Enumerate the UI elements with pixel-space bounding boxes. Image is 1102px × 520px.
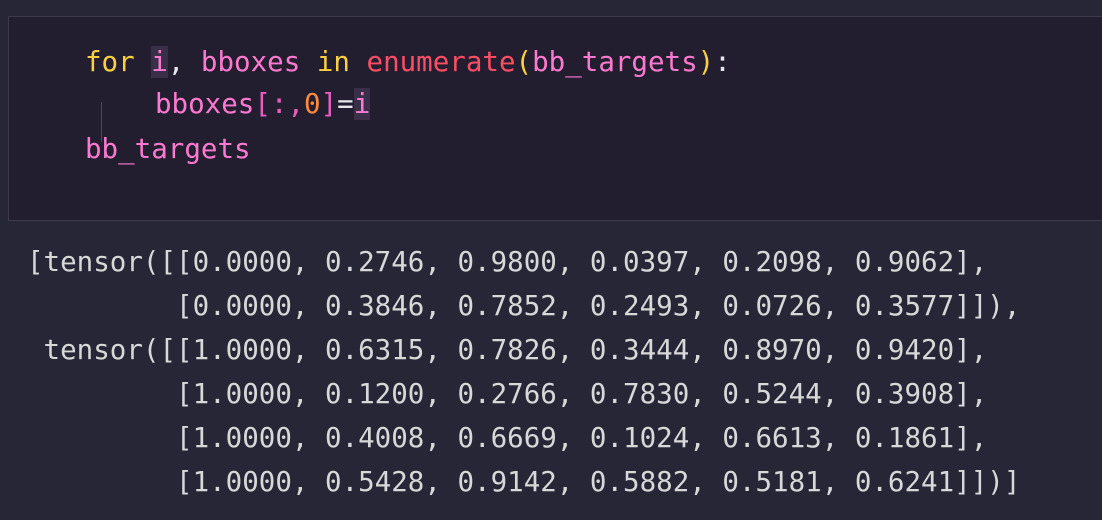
code-line-1: for i, bboxes in enumerate(bb_targets): [85,44,731,80]
output-line-5: [1.0000, 0.4008, 0.6669, 0.1024, 0.6613,… [27,422,988,454]
paren-open: ( [515,46,533,78]
variable-bboxes: bboxes [200,46,301,78]
output-line-4: [1.0000, 0.1200, 0.2766, 0.7830, 0.5244,… [27,378,988,410]
code-cell[interactable]: for i, bboxes in enumerate(bb_targets): … [8,16,1102,221]
cell-output: [tensor([[0.0000, 0.2746, 0.9800, 0.0397… [0,240,1102,510]
number-zero: 0 [304,88,321,120]
bracket-close: ] [320,88,338,120]
variable-bb-targets: bb_targets [85,133,251,165]
paren-close: ) [697,46,715,78]
bracket-open: [ [254,88,271,120]
code-line-3: bb_targets [85,131,251,167]
slice-colon: :, [270,88,305,120]
comma: , [167,46,185,78]
variable-i: i [353,88,371,120]
output-line-2: [0.0000, 0.3846, 0.7852, 0.2493, 0.0726,… [27,290,1021,322]
equals: = [337,88,354,120]
notebook-view: for i, bboxes in enumerate(bb_targets): … [0,0,1102,520]
function-enumerate: enumerate [366,46,516,78]
colon: : [714,46,731,78]
variable-i: i [151,46,168,78]
output-line-3: tensor([[1.0000, 0.6315, 0.7826, 0.3444,… [27,334,988,366]
code-line-2: bboxes[:,0]=i [155,86,371,122]
keyword-in: in [316,46,350,78]
output-line-1: [tensor([[0.0000, 0.2746, 0.9800, 0.0397… [27,246,988,278]
variable-bboxes: bboxes [155,88,255,120]
keyword-for: for [85,46,135,78]
argument-bb-targets: bb_targets [532,46,698,78]
output-line-6: [1.0000, 0.5428, 0.9142, 0.5882, 0.5181,… [27,466,1021,498]
